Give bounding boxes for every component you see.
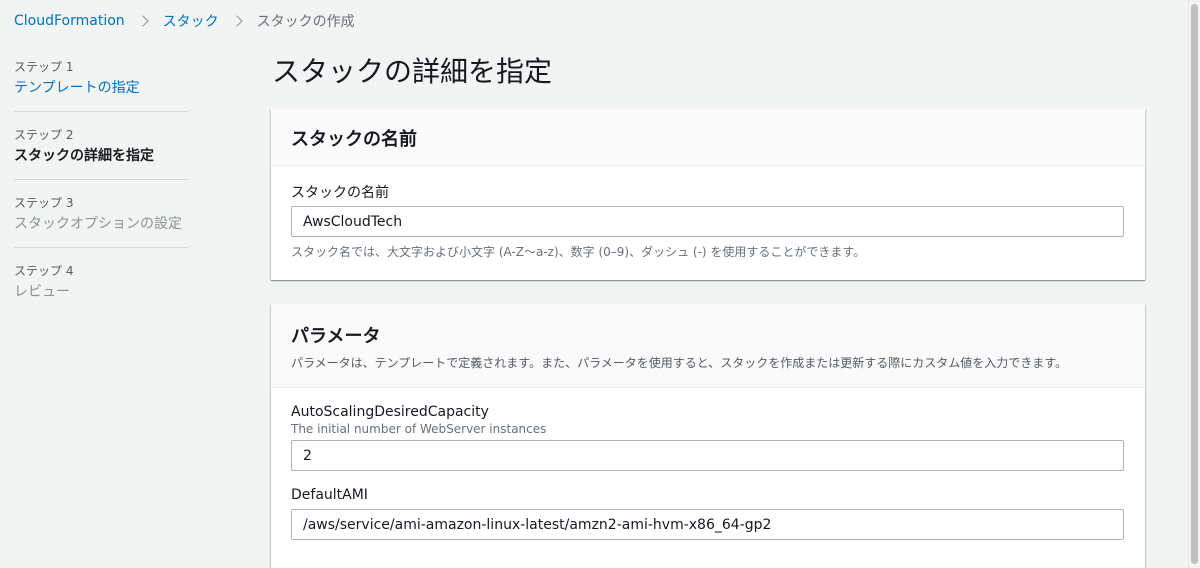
page-title: スタックの詳細を指定 xyxy=(272,55,553,88)
step-label-disabled: レビュー xyxy=(14,284,70,300)
param-field-default-ami: DefaultAMI xyxy=(291,487,1125,540)
panel-title: パラメータ xyxy=(291,326,381,347)
field-label: AutoScalingDesiredCapacity xyxy=(291,404,489,420)
breadcrumb-cloudformation-link[interactable]: CloudFormation xyxy=(14,13,125,29)
stack-name-field: スタックの名前 スタック名では、大文字および小文字 (A-Z〜a-z)、数字 (… xyxy=(291,182,1125,260)
step-number: ステップ 3 xyxy=(14,196,74,210)
breadcrumb: CloudFormation スタック スタックの作成 xyxy=(14,10,355,32)
breadcrumb-current: スタックの作成 xyxy=(256,14,355,30)
panel-header: パラメータ パラメータは、テンプレートで定義されます。また、パラメータを使用する… xyxy=(271,304,1145,388)
step-label-current: スタックの詳細を指定 xyxy=(14,148,154,164)
stack-name-input[interactable] xyxy=(291,206,1124,237)
scrollbar-thumb[interactable] xyxy=(1191,4,1198,564)
step-number: ステップ 1 xyxy=(14,60,74,74)
parameters-panel: パラメータ パラメータは、テンプレートで定義されます。また、パラメータを使用する… xyxy=(271,304,1145,568)
panel-body: スタックの名前 スタック名では、大文字および小文字 (A-Z〜a-z)、数字 (… xyxy=(271,166,1145,280)
wizard-steps-nav: ステップ 1 テンプレートの指定 ステップ 2 スタックの詳細を指定 ステップ … xyxy=(14,58,188,329)
panel-title: スタックの名前 xyxy=(291,129,417,150)
field-label: DefaultAMI xyxy=(291,487,368,503)
breadcrumb-stacks-link[interactable]: スタック xyxy=(163,11,219,31)
panel-header: スタックの名前 xyxy=(271,109,1145,166)
field-label: スタックの名前 xyxy=(291,185,389,201)
chevron-right-icon xyxy=(136,15,149,27)
step-link-specify-template[interactable]: テンプレートの指定 xyxy=(14,79,188,97)
stack-name-panel: スタックの名前 スタックの名前 スタック名では、大文字および小文字 (A-Z〜a… xyxy=(271,109,1145,280)
chevron-right-icon xyxy=(230,15,243,27)
wizard-step-1: ステップ 1 テンプレートの指定 xyxy=(14,58,188,112)
default-ami-input[interactable] xyxy=(291,509,1124,540)
step-number: ステップ 2 xyxy=(14,128,74,142)
wizard-step-4: ステップ 4 レビュー xyxy=(14,262,188,315)
vertical-scrollbar[interactable] xyxy=(1188,0,1200,568)
step-label-disabled: スタックオプションの設定 xyxy=(14,216,182,232)
field-constraint-text: スタック名では、大文字および小文字 (A-Z〜a-z)、数字 (0–9)、ダッシ… xyxy=(291,245,866,259)
panel-description: パラメータは、テンプレートで定義されます。また、パラメータを使用すると、スタック… xyxy=(291,356,1068,370)
step-number: ステップ 4 xyxy=(14,264,74,278)
wizard-step-3: ステップ 3 スタックオプションの設定 xyxy=(14,194,188,248)
panel-body: AutoScalingDesiredCapacity The initial n… xyxy=(271,388,1145,560)
param-field-autoscaling-desired-capacity: AutoScalingDesiredCapacity The initial n… xyxy=(291,404,1125,471)
wizard-step-2: ステップ 2 スタックの詳細を指定 xyxy=(14,126,188,180)
field-description: The initial number of WebServer instance… xyxy=(291,422,547,436)
autoscaling-desired-capacity-input[interactable] xyxy=(291,440,1124,471)
